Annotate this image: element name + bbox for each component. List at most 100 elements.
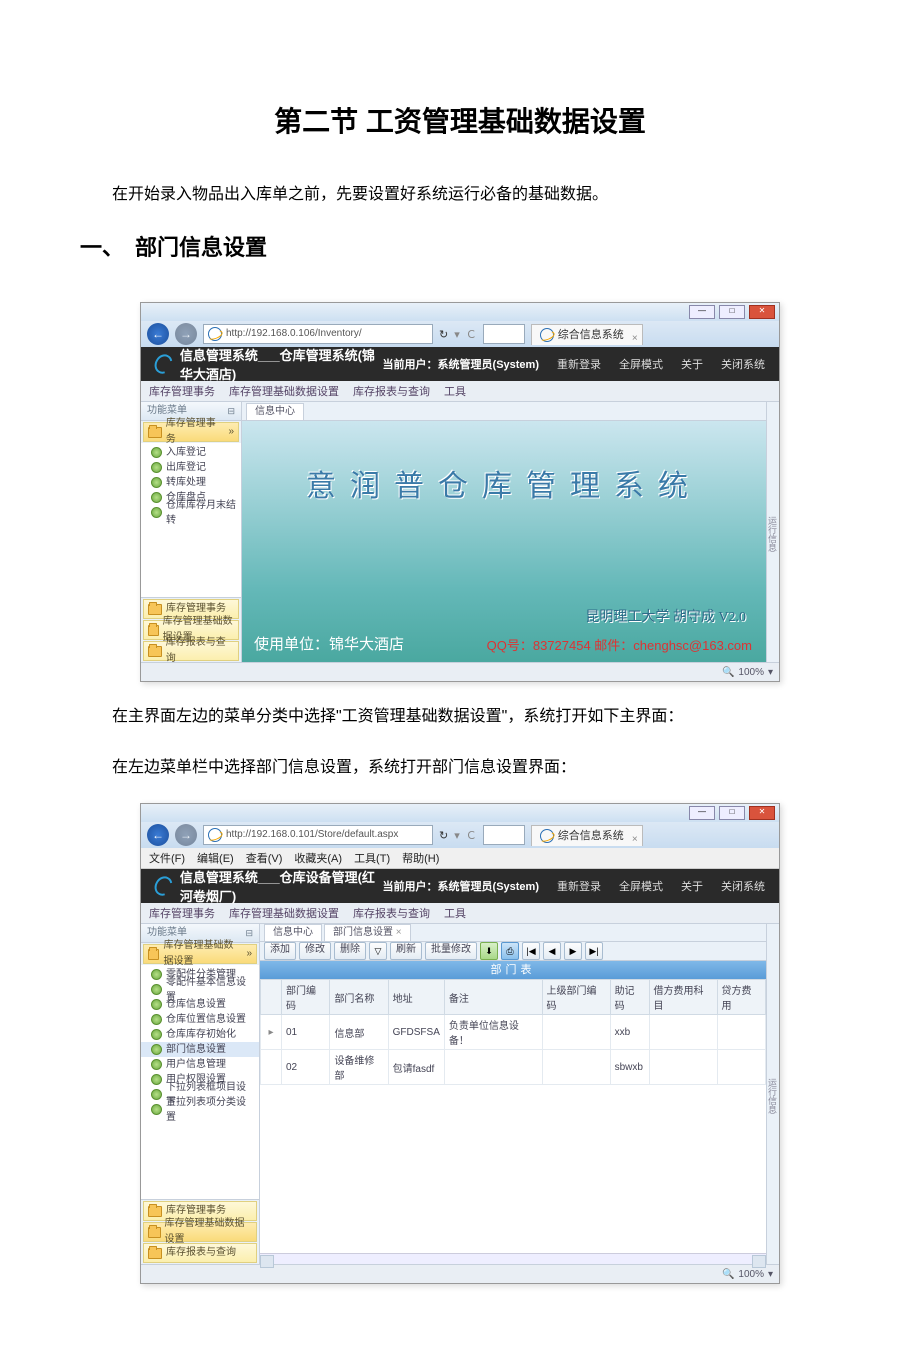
browser-tab[interactable]: 综合信息系统 × [531, 324, 643, 345]
menu-item[interactable]: 库存报表与查询 [353, 383, 430, 399]
about-link[interactable]: 关于 [681, 878, 703, 894]
close-button[interactable]: ✕ [749, 806, 775, 820]
col-header[interactable]: 贷方费用 [717, 980, 765, 1015]
print-icon[interactable]: ⎙ [501, 942, 519, 960]
refresh-icon[interactable]: ↻ [439, 829, 448, 842]
row-marker [261, 1050, 282, 1085]
table-row[interactable]: 02 设备维修部 包请fasdf sbwxb [261, 1050, 766, 1085]
table-row[interactable]: ▸ 01 信息部 GFDSFSA 负责单位信息设备！ xxb [261, 1015, 766, 1050]
content-tab[interactable]: 信息中心 [264, 924, 322, 941]
cell [717, 1015, 765, 1050]
export-icon[interactable]: ⬇ [480, 942, 498, 960]
ie-menu-item[interactable]: 收藏夹(A) [294, 850, 342, 866]
tab-close-icon[interactable]: × [632, 329, 638, 349]
folder-icon [148, 1248, 162, 1259]
item-icon [151, 477, 162, 488]
app-title: 信息管理系统___仓库设备管理(红河卷烟厂) [180, 867, 383, 905]
last-page-icon[interactable]: ▶| [585, 942, 603, 960]
sidebar-item[interactable]: 仓库库存初始化 [141, 1027, 259, 1042]
sidebar-item[interactable]: 零配件基本信息设置 [141, 982, 259, 997]
right-strip[interactable]: 运行信息 [766, 402, 779, 662]
back-button[interactable]: ← [147, 824, 169, 846]
col-header[interactable]: 备注 [444, 980, 542, 1015]
relogin-link[interactable]: 重新登录 [557, 356, 601, 372]
horizontal-scrollbar[interactable] [260, 1253, 766, 1265]
relogin-link[interactable]: 重新登录 [557, 878, 601, 894]
delete-button[interactable]: 删除 [334, 942, 366, 960]
pin-icon[interactable]: ⊟ [245, 924, 253, 942]
search-box[interactable] [483, 324, 525, 344]
menu-item[interactable]: 库存报表与查询 [353, 905, 430, 921]
window-titlebar: — □ ✕ [141, 804, 779, 822]
forward-button[interactable]: → [175, 824, 197, 846]
maximize-button[interactable]: □ [719, 305, 745, 319]
ie-menu-item[interactable]: 查看(V) [246, 850, 283, 866]
ie-menu-item[interactable]: 编辑(E) [197, 850, 234, 866]
content-tab-active[interactable]: 部门信息设置 [324, 924, 411, 941]
col-header[interactable]: 部门名称 [330, 980, 388, 1015]
address-bar[interactable]: http://192.168.0.101/Store/default.aspx [203, 825, 433, 845]
filter-icon[interactable]: ▽ [369, 942, 387, 960]
content-tab[interactable]: 信息中心 [246, 403, 304, 420]
refresh-button[interactable]: 刷新 [390, 942, 422, 960]
sidebar-section-top[interactable]: 库存管理基础数据设置 » [143, 944, 257, 964]
zoom-icon[interactable]: 🔍 [722, 1269, 734, 1280]
sidebar-item[interactable]: 出库登记 [141, 460, 241, 475]
first-page-icon[interactable]: |◀ [522, 942, 540, 960]
add-button[interactable]: 添加 [264, 942, 296, 960]
zoom-icon[interactable]: 🔍 [722, 667, 734, 678]
fullscreen-link[interactable]: 全屏模式 [619, 356, 663, 372]
col-header[interactable]: 地址 [388, 980, 444, 1015]
menu-item[interactable]: 库存管理事务 [149, 383, 215, 399]
close-button[interactable]: ✕ [749, 305, 775, 319]
sidebar-item[interactable]: 用户信息管理 [141, 1057, 259, 1072]
menu-item[interactable]: 库存管理事务 [149, 905, 215, 921]
sidebar-item-selected[interactable]: 部门信息设置 [141, 1042, 259, 1057]
right-strip[interactable]: 运行信息 [766, 924, 779, 1264]
tab-close-icon[interactable]: × [632, 830, 638, 850]
col-header[interactable]: 上级部门编码 [542, 980, 610, 1015]
pin-icon[interactable]: ⊟ [227, 402, 235, 420]
ie-menu-item[interactable]: 帮助(H) [402, 850, 439, 866]
maximize-button[interactable]: □ [719, 806, 745, 820]
menu-item[interactable]: 工具 [444, 905, 466, 921]
cell [542, 1050, 610, 1085]
sidebar-item[interactable]: 下拉列表项分类设置 [141, 1102, 259, 1117]
zoom-dropdown-icon[interactable]: ▾ [768, 1269, 773, 1280]
prev-page-icon[interactable]: ◀ [543, 942, 561, 960]
minimize-button[interactable]: — [689, 305, 715, 319]
cell: GFDSFSA [388, 1015, 444, 1050]
menu-item[interactable]: 库存管理基础数据设置 [229, 905, 339, 921]
hero-title: 意润普仓库管理系统 [242, 461, 766, 505]
minimize-button[interactable]: — [689, 806, 715, 820]
search-box[interactable] [483, 825, 525, 845]
menu-item[interactable]: 工具 [444, 383, 466, 399]
back-button[interactable]: ← [147, 323, 169, 345]
sidebar-item[interactable]: 入库登记 [141, 445, 241, 460]
address-bar[interactable]: http://192.168.0.106/Inventory/ [203, 324, 433, 344]
fullscreen-link[interactable]: 全屏模式 [619, 878, 663, 894]
sidebar-section[interactable]: 库存管理基础数据设置 [143, 1222, 257, 1242]
close-system-link[interactable]: 关闭系统 [721, 878, 765, 894]
edit-button[interactable]: 修改 [299, 942, 331, 960]
refresh-icon[interactable]: ↻ [439, 328, 448, 341]
next-page-icon[interactable]: ▶ [564, 942, 582, 960]
col-header[interactable]: 部门编码 [282, 980, 330, 1015]
about-link[interactable]: 关于 [681, 356, 703, 372]
sidebar-section[interactable]: 库存报表与查询 [143, 641, 239, 661]
browser-tab[interactable]: 综合信息系统 × [531, 825, 643, 846]
batch-edit-button[interactable]: 批量修改 [425, 942, 477, 960]
forward-button[interactable]: → [175, 323, 197, 345]
sidebar-item[interactable]: 转库处理 [141, 475, 241, 490]
sidebar-item[interactable]: 仓库位置信息设置 [141, 1012, 259, 1027]
item-icon [151, 447, 162, 458]
sidebar-section-top[interactable]: 库存管理事务 » [143, 422, 239, 442]
close-system-link[interactable]: 关闭系统 [721, 356, 765, 372]
col-header[interactable]: 助记码 [610, 980, 649, 1015]
ie-menu-item[interactable]: 文件(F) [149, 850, 185, 866]
col-header[interactable]: 借方费用科目 [649, 980, 717, 1015]
ie-menu-item[interactable]: 工具(T) [354, 850, 390, 866]
sidebar-item[interactable]: 仓库库存月末结转 [141, 505, 241, 520]
menu-item[interactable]: 库存管理基础数据设置 [229, 383, 339, 399]
zoom-dropdown-icon[interactable]: ▾ [768, 667, 773, 678]
